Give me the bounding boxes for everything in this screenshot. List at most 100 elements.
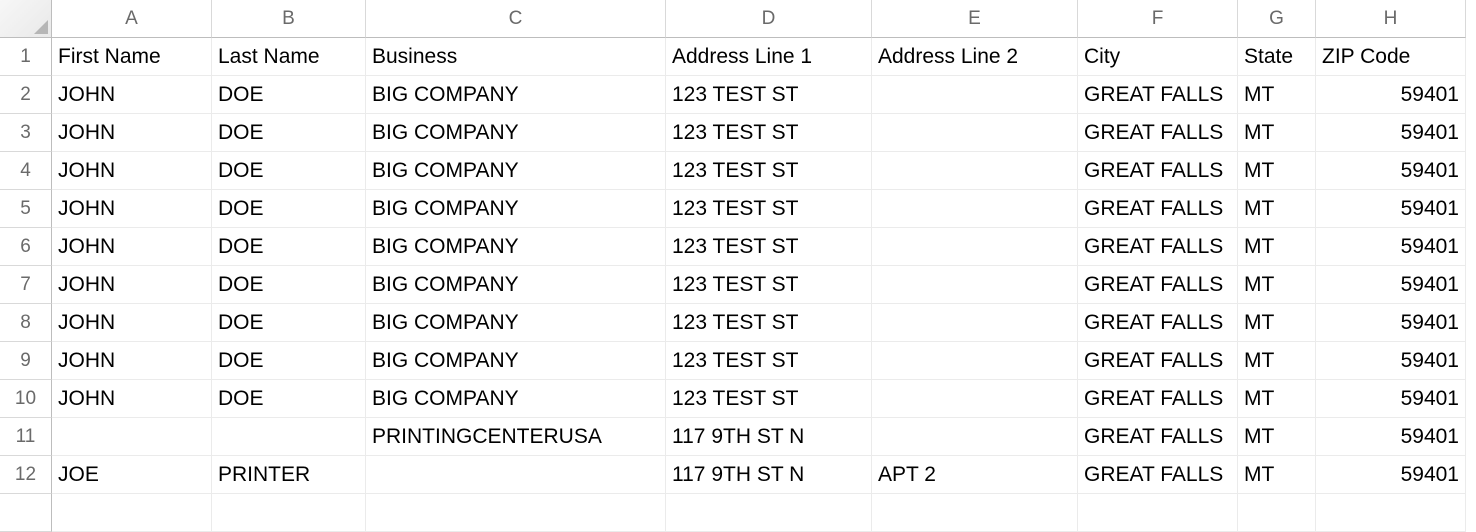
row-header[interactable] [0,494,52,532]
table-cell[interactable] [872,304,1078,342]
table-cell[interactable]: MT [1238,228,1316,266]
table-cell[interactable]: MT [1238,190,1316,228]
table-cell[interactable]: 123 TEST ST [666,266,872,304]
table-cell[interactable]: BIG COMPANY [366,228,666,266]
table-cell[interactable] [872,190,1078,228]
row-header[interactable]: 7 [0,266,52,304]
column-header[interactable]: C [366,0,666,38]
table-cell[interactable]: 59401 [1316,266,1466,304]
table-cell[interactable]: JOHN [52,76,212,114]
table-cell[interactable]: 59401 [1316,380,1466,418]
table-cell[interactable]: MT [1238,304,1316,342]
column-header[interactable]: D [666,0,872,38]
table-cell[interactable]: BIG COMPANY [366,76,666,114]
table-cell[interactable]: MT [1238,152,1316,190]
table-cell[interactable]: BIG COMPANY [366,380,666,418]
table-cell[interactable]: BIG COMPANY [366,342,666,380]
table-cell[interactable]: 123 TEST ST [666,342,872,380]
table-cell[interactable] [366,456,666,494]
table-cell[interactable]: DOE [212,114,366,152]
table-cell[interactable]: JOHN [52,342,212,380]
row-header[interactable]: 3 [0,114,52,152]
table-cell[interactable]: 123 TEST ST [666,380,872,418]
row-header[interactable]: 2 [0,76,52,114]
table-cell[interactable] [666,494,872,532]
table-cell[interactable]: JOHN [52,190,212,228]
table-cell[interactable]: JOHN [52,380,212,418]
table-cell[interactable]: 59401 [1316,152,1466,190]
select-all-corner[interactable] [0,0,52,38]
column-header[interactable]: G [1238,0,1316,38]
table-cell[interactable] [872,228,1078,266]
table-cell[interactable]: GREAT FALLS [1078,418,1238,456]
table-cell[interactable]: 59401 [1316,190,1466,228]
table-cell[interactable]: DOE [212,228,366,266]
table-cell[interactable] [872,418,1078,456]
table-cell[interactable]: GREAT FALLS [1078,304,1238,342]
table-cell[interactable]: DOE [212,152,366,190]
table-cell[interactable]: 59401 [1316,456,1466,494]
table-cell[interactable]: 123 TEST ST [666,114,872,152]
table-cell[interactable]: 123 TEST ST [666,304,872,342]
row-header[interactable]: 11 [0,418,52,456]
table-cell[interactable] [872,342,1078,380]
row-header[interactable]: 4 [0,152,52,190]
table-cell[interactable]: JOHN [52,304,212,342]
table-cell[interactable]: GREAT FALLS [1078,76,1238,114]
column-header[interactable]: F [1078,0,1238,38]
table-cell[interactable]: 117 9TH ST N [666,456,872,494]
table-cell[interactable]: BIG COMPANY [366,114,666,152]
table-cell[interactable]: 123 TEST ST [666,152,872,190]
table-cell[interactable]: 59401 [1316,304,1466,342]
table-cell[interactable]: 117 9TH ST N [666,418,872,456]
row-header[interactable]: 12 [0,456,52,494]
table-cell[interactable]: BIG COMPANY [366,190,666,228]
table-cell[interactable]: PRINTINGCENTERUSA [366,418,666,456]
table-header-cell[interactable]: Address Line 1 [666,38,872,76]
table-cell[interactable]: JOHN [52,152,212,190]
table-cell[interactable]: BIG COMPANY [366,152,666,190]
table-cell[interactable] [1316,494,1466,532]
column-header[interactable]: A [52,0,212,38]
table-cell[interactable]: DOE [212,304,366,342]
table-cell[interactable] [872,494,1078,532]
table-cell[interactable]: GREAT FALLS [1078,152,1238,190]
column-header[interactable]: B [212,0,366,38]
table-cell[interactable] [872,266,1078,304]
table-cell[interactable] [212,418,366,456]
table-cell[interactable]: GREAT FALLS [1078,228,1238,266]
table-cell[interactable]: MT [1238,380,1316,418]
table-header-cell[interactable]: Last Name [212,38,366,76]
table-cell[interactable]: GREAT FALLS [1078,114,1238,152]
table-cell[interactable]: MT [1238,76,1316,114]
table-cell[interactable] [872,76,1078,114]
table-cell[interactable]: BIG COMPANY [366,304,666,342]
table-cell[interactable] [872,114,1078,152]
column-header[interactable]: H [1316,0,1466,38]
table-cell[interactable] [52,494,212,532]
table-cell[interactable]: GREAT FALLS [1078,380,1238,418]
table-cell[interactable]: JOE [52,456,212,494]
table-cell[interactable] [366,494,666,532]
table-cell[interactable] [52,418,212,456]
table-cell[interactable]: JOHN [52,114,212,152]
column-header[interactable]: E [872,0,1078,38]
table-cell[interactable]: 59401 [1316,342,1466,380]
table-header-cell[interactable]: Business [366,38,666,76]
row-header[interactable]: 6 [0,228,52,266]
table-cell[interactable]: MT [1238,342,1316,380]
table-cell[interactable]: MT [1238,418,1316,456]
table-header-cell[interactable]: ZIP Code [1316,38,1466,76]
table-cell[interactable]: 59401 [1316,228,1466,266]
table-cell[interactable]: GREAT FALLS [1078,266,1238,304]
spreadsheet-grid[interactable]: ABCDEFGH1First NameLast NameBusinessAddr… [0,0,1476,532]
table-header-cell[interactable]: State [1238,38,1316,76]
table-cell[interactable]: DOE [212,190,366,228]
row-header[interactable]: 9 [0,342,52,380]
table-cell[interactable]: GREAT FALLS [1078,342,1238,380]
table-cell[interactable]: DOE [212,76,366,114]
table-cell[interactable]: PRINTER [212,456,366,494]
table-cell[interactable]: 59401 [1316,114,1466,152]
table-cell[interactable]: MT [1238,114,1316,152]
table-cell[interactable]: JOHN [52,266,212,304]
